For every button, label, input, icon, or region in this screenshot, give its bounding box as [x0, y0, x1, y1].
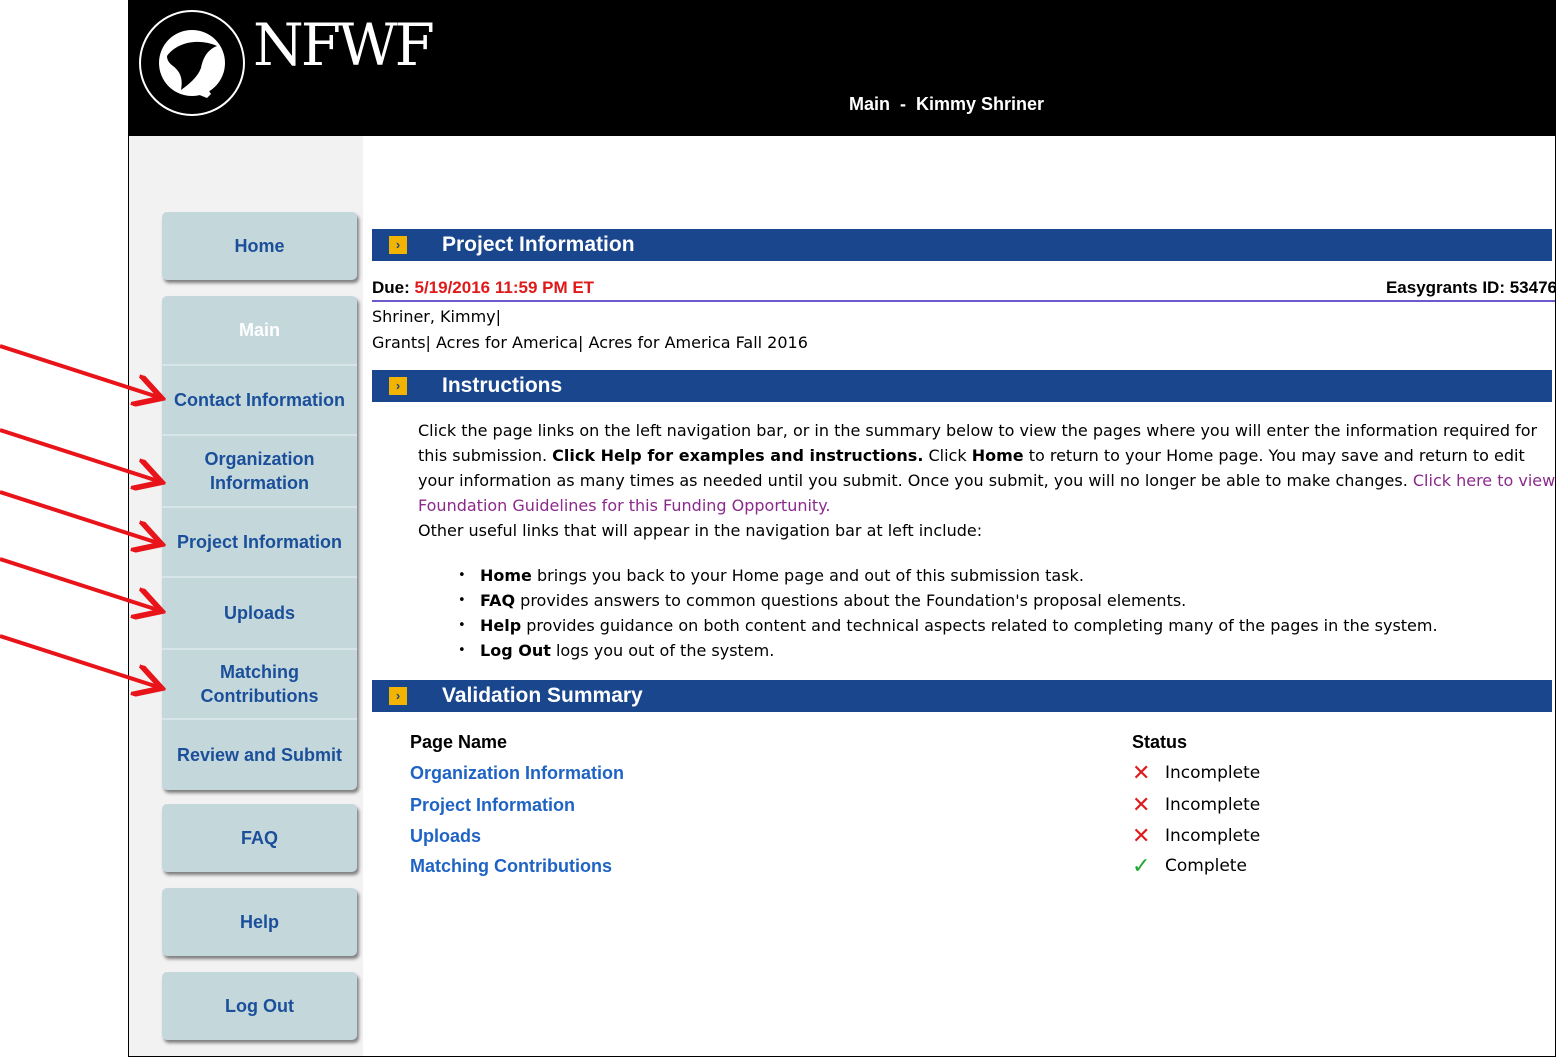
due-label: Due:	[372, 278, 415, 297]
column-header-status: Status	[1132, 732, 1188, 752]
chevron-right-icon: ›	[389, 687, 407, 705]
status-text: Incomplete	[1165, 795, 1261, 815]
nav-faq-button-group: FAQ	[162, 804, 357, 872]
status-text: Complete	[1165, 856, 1247, 876]
section-title: Validation Summary	[442, 684, 643, 707]
incomplete-x-icon: ✕	[1132, 824, 1151, 849]
instructions-header: › Instructions	[372, 370, 1552, 402]
list-item: Help provides guidance on both content a…	[458, 613, 1548, 638]
instructions-help-emphasis: Click Help for examples and instructions…	[552, 446, 924, 465]
status-text: Incomplete	[1165, 826, 1261, 846]
nav-home-button-group: Home	[162, 212, 357, 280]
nav-help[interactable]: Help	[162, 888, 357, 956]
due-date: Due: 5/19/2016 11:59 PM ET	[372, 278, 594, 298]
table-row: Project Information ✕ Incomplete	[410, 793, 1550, 825]
bullet-term: FAQ	[480, 591, 516, 610]
nav-matching-contributions[interactable]: Matching Contributions	[162, 650, 357, 720]
incomplete-x-icon: ✕	[1132, 761, 1151, 786]
project-information-header: › Project Information	[372, 229, 1552, 261]
validation-link-organization-information[interactable]: Organization Information	[410, 763, 624, 784]
validation-link-uploads[interactable]: Uploads	[410, 826, 481, 847]
incomplete-x-icon: ✕	[1132, 793, 1151, 818]
chevron-right-icon: ›	[389, 236, 407, 254]
validation-link-project-information[interactable]: Project Information	[410, 795, 575, 816]
instructions-text-part: Click	[923, 446, 972, 465]
section-title: Instructions	[442, 374, 563, 397]
bullet-term: Home	[480, 566, 532, 585]
bullet-text: logs you out of the system.	[550, 641, 775, 660]
bullet-text: brings you back to your Home page and ou…	[531, 566, 1084, 585]
list-item: Log Out logs you out of the system.	[458, 638, 1548, 663]
nav-project-information[interactable]: Project Information	[162, 508, 357, 578]
bullet-term: Help	[480, 616, 522, 635]
nav-home[interactable]: Home	[162, 212, 357, 280]
nav-review-and-submit[interactable]: Review and Submit	[162, 720, 357, 790]
nav-task-group: Main Contact Information Organization In…	[162, 296, 357, 790]
nav-uploads[interactable]: Uploads	[162, 578, 357, 650]
due-date-value: 5/19/2016 11:59 PM ET	[414, 278, 595, 297]
complete-check-icon: ✓	[1132, 854, 1151, 879]
validation-summary-header: › Validation Summary	[372, 680, 1552, 712]
section-title: Project Information	[442, 233, 635, 256]
useful-links-list: Home brings you back to your Home page a…	[458, 563, 1548, 663]
bullet-text: provides answers to common questions abo…	[515, 591, 1187, 610]
nfwf-seal-logo	[139, 10, 245, 116]
table-row: Matching Contributions ✓ Complete	[410, 854, 1550, 886]
due-row: Due: 5/19/2016 11:59 PM ET Easygrants ID…	[372, 278, 1556, 302]
nav-faq[interactable]: FAQ	[162, 804, 357, 872]
nav-log-out[interactable]: Log Out	[162, 972, 357, 1040]
nfwf-wordmark: NFWF	[253, 11, 435, 79]
instructions-other-links: Other useful links that will appear in t…	[418, 521, 983, 540]
nav-main[interactable]: Main	[162, 296, 357, 366]
nav-help-button-group: Help	[162, 888, 357, 956]
page-title: Main - Kimmy Shriner	[849, 94, 1045, 114]
instructions-home-emphasis: Home	[971, 446, 1024, 465]
table-row: Organization Information ✕ Incomplete	[410, 761, 1550, 793]
applicant-name: Shriner, Kimmy|	[372, 307, 502, 326]
list-item: FAQ provides answers to common questions…	[458, 588, 1548, 613]
list-item: Home brings you back to your Home page a…	[458, 563, 1548, 588]
chevron-right-icon: ›	[389, 377, 407, 395]
easygrants-id: Easygrants ID: 53476	[1385, 278, 1556, 297]
bullet-term: Log Out	[480, 641, 551, 660]
nav-organization-information[interactable]: Organization Information	[162, 436, 357, 508]
instructions-text: Click the page links on the left navigat…	[418, 418, 1555, 543]
column-header-page-name: Page Name	[410, 732, 508, 752]
table-row: Uploads ✕ Incomplete	[410, 824, 1550, 856]
program-path: Grants| Acres for America| Acres for Ame…	[372, 333, 808, 352]
bullet-text: provides guidance on both content and te…	[521, 616, 1438, 635]
app-frame: NFWF Main - Kimmy Shriner Home Main Cont…	[128, 0, 1556, 1057]
status-text: Incomplete	[1165, 763, 1261, 783]
header-bar: NFWF Main - Kimmy Shriner	[129, 0, 1555, 136]
validation-link-matching-contributions[interactable]: Matching Contributions	[410, 856, 612, 877]
nav-contact-information[interactable]: Contact Information	[162, 366, 357, 436]
nav-logout-button-group: Log Out	[162, 972, 357, 1040]
